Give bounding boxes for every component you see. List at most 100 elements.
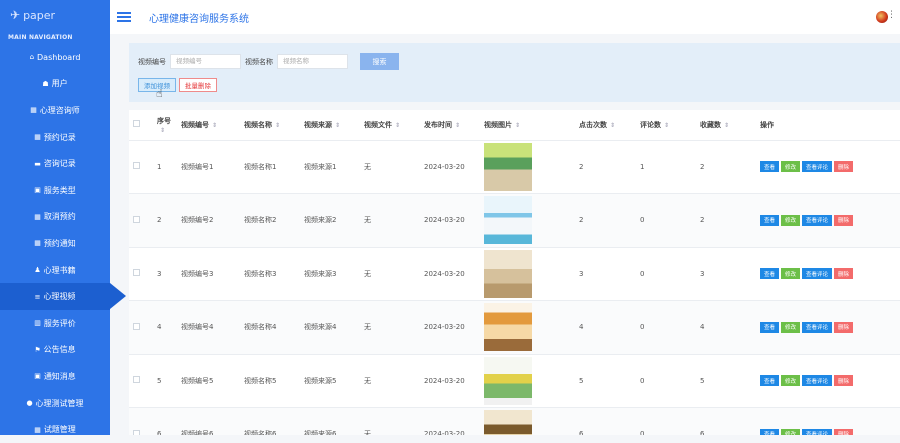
video-thumbnail[interactable] xyxy=(484,410,532,435)
view-comments-button[interactable]: 查看评论 xyxy=(802,214,833,226)
logo[interactable]: ✈ paper xyxy=(0,0,110,30)
video-name-input[interactable]: 视频名称 xyxy=(277,54,348,69)
bar-chart-icon: ▥ xyxy=(34,319,41,328)
row-checkbox[interactable] xyxy=(133,322,140,330)
sidebar-item[interactable]: ▦ 预约通知 xyxy=(0,230,110,257)
cell-clicks: 4 xyxy=(579,323,584,332)
sidebar-item[interactable]: ≡ 心理视频 xyxy=(0,283,126,310)
sort-icon[interactable]: ⇕ xyxy=(455,122,460,129)
table-cell: 视频编号2 xyxy=(177,193,240,248)
sort-icon[interactable]: ⇕ xyxy=(335,122,340,129)
column-header[interactable]: 操作 xyxy=(756,110,900,141)
cell-clicks: 5 xyxy=(579,376,584,385)
more-vertical-icon[interactable]: ⋮ xyxy=(887,10,896,20)
cell-clicks: 2 xyxy=(579,216,584,225)
edit-button[interactable]: 修改 xyxy=(781,268,801,280)
column-header[interactable]: 发布时间 ⇕ xyxy=(420,110,480,141)
column-header-label: 收藏数 xyxy=(700,120,721,129)
column-header[interactable]: 视频编号 ⇕ xyxy=(177,110,240,141)
view-button[interactable]: 查看 xyxy=(760,161,780,173)
sidebar-item[interactable]: ▣ 服务类型 xyxy=(0,177,110,204)
cell-idx: 2 xyxy=(157,216,162,225)
cell-name: 视频名称1 xyxy=(244,162,277,171)
column-header[interactable]: 视频名称 ⇕ xyxy=(240,110,300,141)
delete-button[interactable]: 删除 xyxy=(834,321,854,333)
edit-button[interactable]: 修改 xyxy=(781,214,801,226)
sidebar-item[interactable]: ▬ 咨询记录 xyxy=(0,150,110,177)
row-checkbox[interactable] xyxy=(133,376,140,384)
column-header[interactable]: 视频来源 ⇕ xyxy=(300,110,360,141)
sidebar-item[interactable]: ▥ 服务评价 xyxy=(0,310,110,337)
sort-icon[interactable]: ⇕ xyxy=(160,127,165,134)
view-button[interactable]: 查看 xyxy=(760,214,780,226)
search-button[interactable]: 搜索 xyxy=(360,53,399,70)
edit-button[interactable]: 修改 xyxy=(781,321,801,333)
table-cell: 4 xyxy=(153,300,177,355)
cell-name: 视频名称6 xyxy=(244,430,277,435)
edit-button[interactable]: 修改 xyxy=(781,161,801,173)
row-checkbox[interactable] xyxy=(133,429,140,435)
table-cell: 1 xyxy=(636,140,696,194)
delete-button[interactable]: 删除 xyxy=(834,428,854,435)
sort-icon[interactable]: ⇕ xyxy=(515,122,520,129)
sort-icon[interactable]: ⇕ xyxy=(724,122,729,129)
video-thumbnail[interactable] xyxy=(484,356,532,405)
sort-icon[interactable]: ⇕ xyxy=(212,122,217,129)
select-all-checkbox[interactable] xyxy=(133,120,140,128)
view-comments-button[interactable]: 查看评论 xyxy=(802,161,833,173)
sidebar-item[interactable]: ▣ 通知消息 xyxy=(0,363,110,390)
table-cell: 视频来源1 xyxy=(300,140,360,194)
table-cell: 视频名称6 xyxy=(240,407,300,435)
view-comments-button[interactable]: 查看评论 xyxy=(802,428,833,435)
sort-icon[interactable]: ⇕ xyxy=(610,122,615,129)
sidebar-item[interactable]: ▦ 心理咨询师 xyxy=(0,97,110,124)
sidebar-item[interactable]: ▦ 试题管理 xyxy=(0,416,110,443)
column-header[interactable]: 视频图片 ⇕ xyxy=(480,110,575,141)
row-checkbox[interactable] xyxy=(133,269,140,277)
view-button[interactable]: 查看 xyxy=(760,268,780,280)
table-row: 4 视频编号4 视频名称4 视频来源4 无 2024-03-20 4 0 4 查看 修改 查看评论 删除 xyxy=(129,300,900,355)
column-header[interactable]: 评论数 ⇕ xyxy=(636,110,696,141)
video-code-input[interactable]: 视频编号 xyxy=(170,54,241,69)
column-header[interactable]: 视频文件 ⇕ xyxy=(360,110,420,141)
edit-button[interactable]: 修改 xyxy=(781,375,801,387)
checkbox-cell xyxy=(129,140,153,194)
sidebar-item[interactable]: ⌂ Dashboard xyxy=(0,44,110,71)
delete-button[interactable]: 删除 xyxy=(834,161,854,173)
column-header[interactable]: 序号 ⇕ xyxy=(153,110,177,141)
video-thumbnail[interactable] xyxy=(484,303,532,352)
column-header[interactable]: 点击次数 ⇕ xyxy=(575,110,636,141)
table-cell: 5 xyxy=(153,354,177,408)
column-header[interactable]: 收藏数 ⇕ xyxy=(696,110,756,141)
sort-icon[interactable]: ⇕ xyxy=(664,122,669,129)
delete-button[interactable]: 删除 xyxy=(834,268,854,280)
lock-icon: ▣ xyxy=(34,186,41,195)
hamburger-menu-icon[interactable] xyxy=(117,10,131,24)
column-header-label: 评论数 xyxy=(640,120,661,129)
sidebar-item[interactable]: ● 心理测试管理 xyxy=(0,390,110,417)
checkbox-cell xyxy=(129,300,153,355)
sort-icon[interactable]: ⇕ xyxy=(275,122,280,129)
view-comments-button[interactable]: 查看评论 xyxy=(802,321,833,333)
video-thumbnail[interactable] xyxy=(484,196,532,245)
view-button[interactable]: 查看 xyxy=(760,375,780,387)
edit-button[interactable]: 修改 xyxy=(781,428,801,435)
view-button[interactable]: 查看 xyxy=(760,321,780,333)
table-cell: 视频来源6 xyxy=(300,407,360,435)
video-thumbnail[interactable] xyxy=(484,142,532,191)
sidebar-item[interactable]: ♟ 心理书籍 xyxy=(0,257,110,284)
view-button[interactable]: 查看 xyxy=(760,428,780,435)
row-checkbox[interactable] xyxy=(133,162,140,170)
view-comments-button[interactable]: 查看评论 xyxy=(802,375,833,387)
row-checkbox[interactable] xyxy=(133,215,140,223)
sidebar-item[interactable]: ▦ 取消预约 xyxy=(0,204,110,231)
sort-icon[interactable]: ⇕ xyxy=(395,122,400,129)
sidebar-item[interactable]: ⚑ 公告信息 xyxy=(0,337,110,364)
delete-button[interactable]: 删除 xyxy=(834,214,854,226)
batch-delete-button[interactable]: 批量删除 xyxy=(179,78,217,92)
video-thumbnail[interactable] xyxy=(484,249,532,298)
sidebar-item[interactable]: ☗ 用户 xyxy=(0,71,110,98)
delete-button[interactable]: 删除 xyxy=(834,375,854,387)
view-comments-button[interactable]: 查看评论 xyxy=(802,268,833,280)
sidebar-item[interactable]: ▦ 预约记录 xyxy=(0,124,110,151)
